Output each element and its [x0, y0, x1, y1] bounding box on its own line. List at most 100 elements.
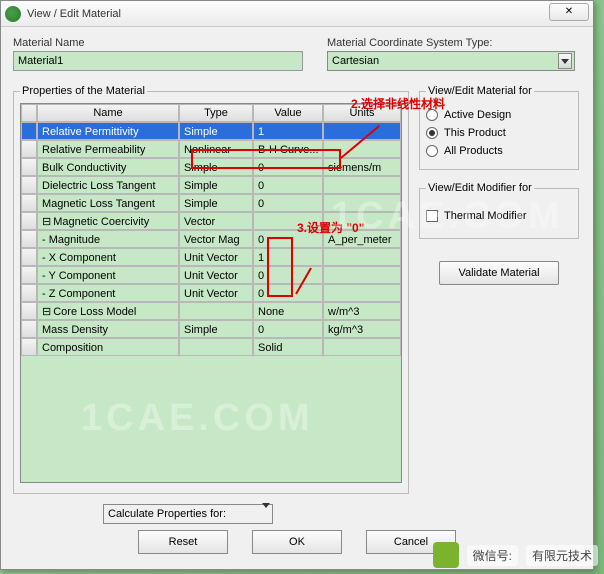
cell-name[interactable]: - X Component: [37, 248, 179, 266]
cell-type[interactable]: Simple: [179, 158, 253, 176]
cell-value[interactable]: 0: [253, 158, 323, 176]
cell-name[interactable]: - Magnitude: [37, 230, 179, 248]
cell-type[interactable]: Simple: [179, 176, 253, 194]
cell-type[interactable]: Unit Vector: [179, 248, 253, 266]
radio-label: Active Design: [444, 109, 511, 121]
radio-label: This Product: [444, 127, 506, 139]
coord-select[interactable]: Cartesian: [327, 51, 575, 71]
cell-units[interactable]: [323, 122, 401, 140]
cell-name[interactable]: Magnetic Loss Tangent: [37, 194, 179, 212]
cell-value[interactable]: 1: [253, 122, 323, 140]
cell-value[interactable]: 0: [253, 230, 323, 248]
radio-all products[interactable]: [426, 145, 438, 157]
cell-units[interactable]: [323, 338, 401, 356]
calc-select[interactable]: Calculate Properties for:: [103, 504, 273, 524]
cell-value[interactable]: 0: [253, 320, 323, 338]
row-header[interactable]: [21, 302, 37, 320]
cell-value[interactable]: 0: [253, 176, 323, 194]
cell-name[interactable]: - Y Component: [37, 266, 179, 284]
footer-wechat: 微信号:: [467, 545, 518, 566]
radio-this product[interactable]: [426, 127, 438, 139]
close-button[interactable]: ✕: [549, 3, 589, 21]
row-header[interactable]: [21, 122, 37, 140]
app-icon: [5, 6, 21, 22]
cell-type[interactable]: Vector Mag: [179, 230, 253, 248]
properties-table[interactable]: NameTypeValueUnits Relative Permittivity…: [20, 103, 402, 483]
cell-name[interactable]: Magnetic Coercivity: [37, 212, 179, 230]
cell-units[interactable]: A_per_meter: [323, 230, 401, 248]
cell-type[interactable]: [179, 302, 253, 320]
chevron-down-icon: [558, 53, 572, 69]
chevron-down-icon: [262, 508, 270, 520]
view-edit-legend: View/Edit Material for: [426, 85, 534, 97]
cell-value[interactable]: [253, 212, 323, 230]
cell-value[interactable]: None: [253, 302, 323, 320]
cell-units[interactable]: [323, 140, 401, 158]
cell-type[interactable]: Simple: [179, 194, 253, 212]
properties-fieldset: Properties of the Material NameTypeValue…: [13, 85, 409, 494]
row-header[interactable]: [21, 194, 37, 212]
radio-active design[interactable]: [426, 109, 438, 121]
radio-label: All Products: [444, 145, 503, 157]
cell-units[interactable]: [323, 194, 401, 212]
cell-name[interactable]: Composition: [37, 338, 179, 356]
row-header[interactable]: [21, 284, 37, 302]
cell-value[interactable]: 0: [253, 194, 323, 212]
cell-type[interactable]: Nonlinear: [179, 140, 253, 158]
cell-units[interactable]: [323, 284, 401, 302]
properties-legend: Properties of the Material: [20, 85, 147, 97]
cell-units[interactable]: siemens/m: [323, 158, 401, 176]
cell-type[interactable]: Unit Vector: [179, 284, 253, 302]
row-header[interactable]: [21, 320, 37, 338]
cell-units[interactable]: kg/m^3: [323, 320, 401, 338]
cell-value[interactable]: Solid: [253, 338, 323, 356]
calc-label: Calculate Properties for:: [108, 508, 226, 520]
cell-type[interactable]: Simple: [179, 320, 253, 338]
cell-name[interactable]: Relative Permeability: [37, 140, 179, 158]
cell-value[interactable]: 0: [253, 266, 323, 284]
cell-value[interactable]: 0: [253, 284, 323, 302]
cell-type[interactable]: Unit Vector: [179, 266, 253, 284]
dialog-body: Material Name Material Coordinate System…: [1, 27, 593, 562]
cell-type[interactable]: Vector: [179, 212, 253, 230]
footer-overlay: 微信号: 有限元技术: [433, 542, 598, 568]
coord-value: Cartesian: [332, 55, 379, 67]
cell-value[interactable]: B-H Curve...: [253, 140, 323, 158]
modifier-fieldset: View/Edit Modifier for Thermal Modifier: [419, 182, 579, 239]
cell-type[interactable]: [179, 338, 253, 356]
cell-name[interactable]: - Z Component: [37, 284, 179, 302]
cell-units[interactable]: [323, 266, 401, 284]
window-title: View / Edit Material: [27, 8, 121, 20]
material-name-input[interactable]: [13, 51, 303, 71]
row-header[interactable]: [21, 230, 37, 248]
titlebar: View / Edit Material ✕: [1, 1, 593, 27]
cell-units[interactable]: w/m^3: [323, 302, 401, 320]
cell-name[interactable]: Dielectric Loss Tangent: [37, 176, 179, 194]
cell-value[interactable]: 1: [253, 248, 323, 266]
row-header[interactable]: [21, 140, 37, 158]
coord-label: Material Coordinate System Type:: [327, 37, 575, 49]
row-header[interactable]: [21, 176, 37, 194]
thermal-label: Thermal Modifier: [444, 210, 527, 222]
cell-name[interactable]: Bulk Conductivity: [37, 158, 179, 176]
cell-name[interactable]: Core Loss Model: [37, 302, 179, 320]
cell-type[interactable]: Simple: [179, 122, 253, 140]
cell-units[interactable]: [323, 248, 401, 266]
reset-button[interactable]: Reset: [138, 530, 228, 554]
dialog: View / Edit Material ✕ Material Name Mat…: [0, 0, 594, 570]
row-header[interactable]: [21, 248, 37, 266]
cell-units[interactable]: [323, 212, 401, 230]
view-edit-fieldset: View/Edit Material for Active Design Thi…: [419, 85, 579, 170]
cell-name[interactable]: Mass Density: [37, 320, 179, 338]
row-header[interactable]: [21, 212, 37, 230]
ok-button[interactable]: OK: [252, 530, 342, 554]
cell-name[interactable]: Relative Permittivity: [37, 122, 179, 140]
validate-button[interactable]: Validate Material: [439, 261, 559, 285]
row-header[interactable]: [21, 266, 37, 284]
cell-units[interactable]: [323, 176, 401, 194]
row-header[interactable]: [21, 158, 37, 176]
footer-site: 有限元技术: [526, 545, 598, 566]
row-header[interactable]: [21, 338, 37, 356]
modifier-legend: View/Edit Modifier for: [426, 182, 534, 194]
thermal-checkbox[interactable]: [426, 210, 438, 222]
